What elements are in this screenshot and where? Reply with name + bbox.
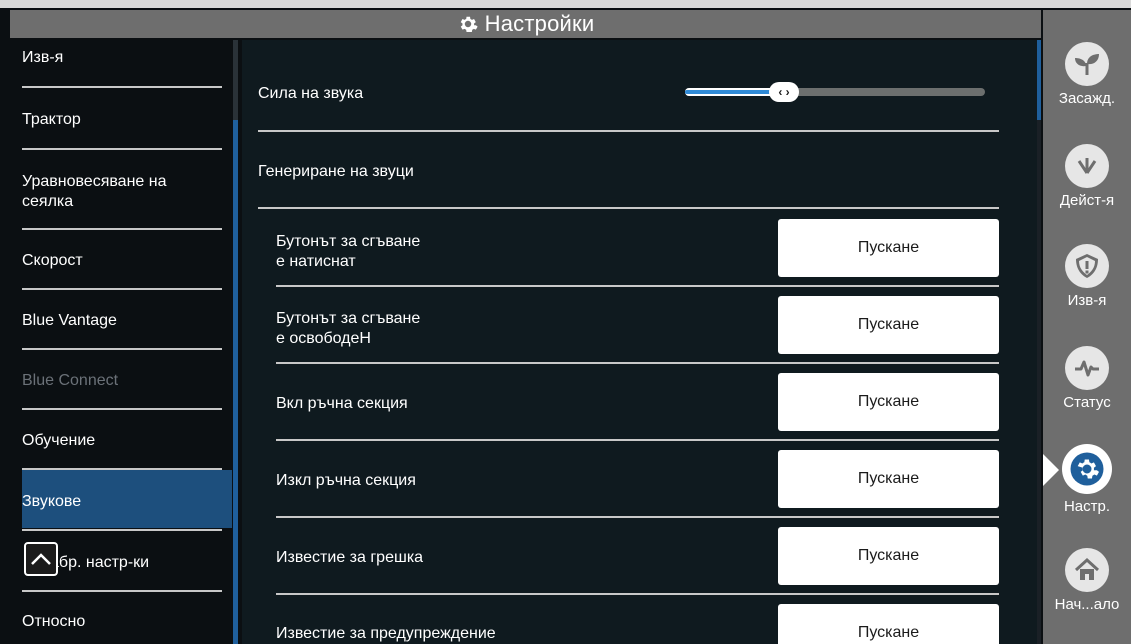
divider	[276, 285, 999, 287]
play-button-manual-section-off[interactable]: Пускане	[778, 450, 999, 508]
pulse-icon	[1065, 346, 1109, 390]
seedling-icon	[1065, 42, 1109, 86]
menu-divider	[22, 348, 222, 350]
alert-shield-icon	[1065, 244, 1109, 288]
divider	[276, 516, 999, 518]
gear-icon	[1062, 444, 1112, 494]
menu-item-training[interactable]: Обучение	[22, 431, 222, 451]
generate-sounds-heading: Генериране на звуци	[258, 163, 414, 180]
play-button-error-alert[interactable]: Пускане	[778, 527, 999, 585]
nav-item-home[interactable]: Нач...ало	[1043, 546, 1131, 644]
sound-row-label: Известие за грешка	[276, 549, 424, 566]
sound-row-label: Известие за предупреждение	[276, 625, 496, 642]
nav-item-planting[interactable]: Засажд.	[1043, 40, 1131, 140]
divider	[258, 130, 999, 132]
menu-item-label: абр. настр-ки	[50, 554, 150, 571]
nav-label: Нач...ало	[1054, 596, 1120, 613]
menu-item-label: Обучение	[22, 432, 96, 449]
menu-divider	[22, 529, 222, 531]
nav-label: Засажд.	[1058, 90, 1116, 107]
slider-handle-glyph: ‹ ›	[778, 85, 790, 99]
volume-label: Сила на звука	[258, 85, 364, 102]
nav-label: Изв-я	[1067, 292, 1107, 309]
chevron-up-icon[interactable]	[24, 542, 58, 576]
menu-divider	[22, 148, 222, 150]
play-button-warning-alert[interactable]: Пускане	[778, 604, 999, 644]
sound-row-label-line: е натиснат	[276, 253, 356, 270]
menu-item-blue-connect: Blue Connect	[22, 371, 222, 391]
menu-item-label: Звукове	[22, 493, 82, 510]
main-navigation: Засажд. Дейст-я Изв-я Статус Настр. Нач.…	[1043, 10, 1131, 644]
play-button-fold-released[interactable]: Пускане	[778, 296, 999, 354]
panel-scrollbar-thumb[interactable]	[1037, 40, 1041, 120]
actions-glyph	[1077, 158, 1097, 174]
divider	[276, 362, 999, 364]
home-icon	[1065, 548, 1109, 592]
sound-row-label-line: е освободеН	[276, 330, 371, 347]
menu-item-label: Трактор	[22, 111, 81, 128]
nav-label: Дейст-я	[1059, 192, 1115, 209]
menu-divider	[22, 288, 222, 290]
menu-scrollbar-thumb[interactable]	[233, 120, 238, 644]
actions-icon	[1065, 144, 1109, 188]
top-strip	[0, 0, 1131, 8]
menu-item-tractor[interactable]: Трактор	[22, 110, 222, 130]
title-bar: Настройки	[10, 10, 1041, 38]
panel-scrollbar[interactable]	[1037, 40, 1041, 644]
divider	[276, 593, 999, 595]
menu-divider	[22, 228, 222, 230]
menu-scrollbar[interactable]	[233, 40, 238, 644]
volume-slider-handle[interactable]: ‹ ›	[769, 82, 799, 102]
nav-label: Статус	[1063, 394, 1111, 411]
menu-item-label: Изв-я	[22, 49, 64, 66]
menu-item-label: Скорост	[22, 252, 83, 269]
nav-item-status[interactable]: Статус	[1043, 344, 1131, 444]
divider	[276, 439, 999, 441]
app-window: Настройки Изв-я Трактор Уравновесяване н…	[0, 0, 1131, 644]
sound-row-label-line: Бутонът за сгъване	[276, 233, 421, 250]
menu-item-planter-balance[interactable]: Уравновесяване на сеялка	[22, 172, 222, 212]
nav-item-alerts[interactable]: Изв-я	[1043, 242, 1131, 342]
sound-row-label: Бутонът за сгъване е освободеН	[276, 309, 420, 349]
play-button-fold-pressed[interactable]: Пускане	[778, 219, 999, 277]
sound-row-label-line: Бутонът за сгъване	[276, 310, 421, 327]
home-glyph	[1074, 557, 1100, 580]
menu-item-label: Уравновесяване на сеялка	[22, 173, 167, 210]
sound-row-label: Бутонът за сгъване е натиснат	[276, 232, 420, 272]
menu-item-notifications[interactable]: Изв-я	[22, 48, 222, 68]
active-nav-indicator	[1043, 454, 1059, 486]
gear-icon	[460, 16, 478, 32]
pulse-glyph	[1075, 360, 1099, 377]
sound-row-label: Вкл ръчна секция	[276, 395, 408, 412]
menu-divider	[22, 468, 222, 470]
menu-item-label: Blue Connect	[22, 372, 119, 389]
play-button-manual-section-on[interactable]: Пускане	[778, 373, 999, 431]
menu-item-label: Относно	[22, 613, 86, 630]
menu-divider	[22, 408, 222, 410]
menu-item-speed[interactable]: Скорост	[22, 251, 222, 271]
menu-item-sounds[interactable]: Звукове	[22, 492, 222, 512]
chevron-up-glyph	[31, 553, 51, 565]
nav-label: Настр.	[1063, 498, 1111, 515]
seedling-glyph	[1075, 54, 1099, 75]
menu-item-blue-vantage[interactable]: Blue Vantage	[22, 311, 222, 331]
sound-row-label: Изкл ръчна секция	[276, 472, 416, 489]
gear-glyph	[1070, 452, 1104, 486]
menu-item-about[interactable]: Относно	[22, 612, 222, 632]
nav-item-actions[interactable]: Дейст-я	[1043, 142, 1131, 242]
divider	[258, 207, 999, 209]
menu-item-label: Blue Vantage	[22, 312, 117, 329]
page-title: Настройки	[484, 11, 595, 36]
menu-divider	[22, 86, 222, 88]
menu-divider	[22, 590, 222, 592]
alert-shield-glyph	[1076, 254, 1098, 278]
